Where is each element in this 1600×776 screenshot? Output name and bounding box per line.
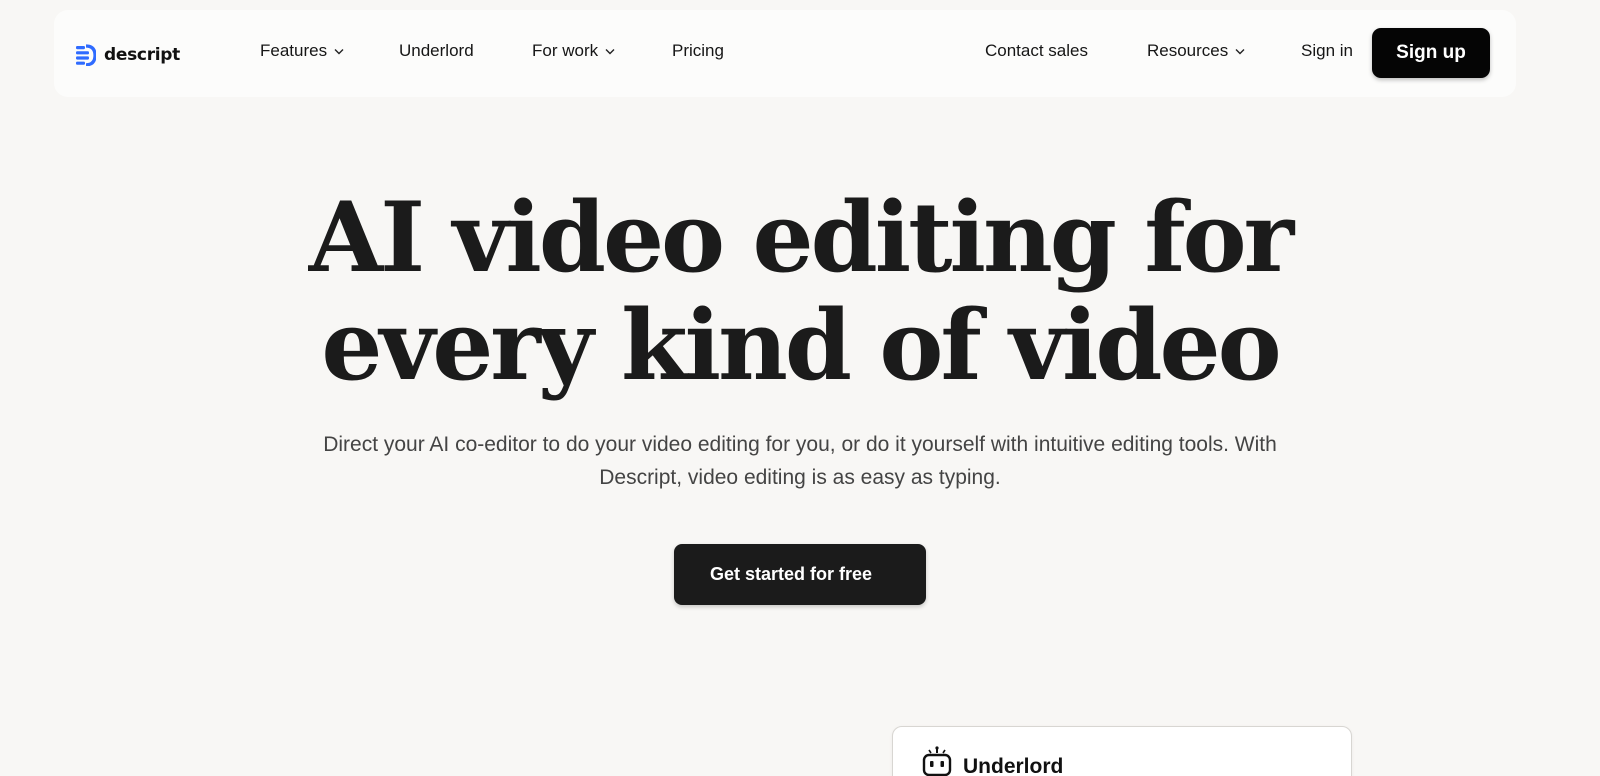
get-started-button[interactable]: Get started for free xyxy=(674,544,926,605)
nav-for-work-label: For work xyxy=(532,41,599,60)
chevron-down-icon xyxy=(1235,49,1245,55)
nav-features-label: Features xyxy=(260,41,328,60)
chevron-down-icon xyxy=(605,49,615,55)
nav-pricing[interactable]: Pricing xyxy=(672,41,724,61)
nav-features[interactable]: Features xyxy=(260,41,344,61)
sign-up-button[interactable]: Sign up xyxy=(1372,28,1490,78)
underlord-preview-card: Underlord xyxy=(892,726,1352,776)
nav-sign-in[interactable]: Sign in xyxy=(1301,41,1353,61)
nav-contact-sales-label: Contact sales xyxy=(985,41,1088,60)
chevron-down-icon xyxy=(334,49,344,55)
hero-subtitle: Direct your AI co-editor to do your vide… xyxy=(323,433,1277,489)
top-navigation: descript Features Underlord For work Pri… xyxy=(54,10,1516,97)
descript-logo[interactable]: descript xyxy=(76,44,180,66)
nav-contact-sales[interactable]: Contact sales xyxy=(985,41,1088,61)
robot-icon xyxy=(922,746,952,776)
nav-underlord[interactable]: Underlord xyxy=(399,41,474,61)
descript-logo-icon xyxy=(76,44,96,66)
nav-sign-in-label: Sign in xyxy=(1301,41,1353,60)
preview-card-title: Underlord xyxy=(963,755,1064,776)
nav-resources-label: Resources xyxy=(1147,41,1229,60)
nav-underlord-label: Underlord xyxy=(399,41,474,60)
hero-title: AI video editing for every kind of video xyxy=(0,184,1600,400)
nav-pricing-label: Pricing xyxy=(672,41,724,60)
page: descript Features Underlord For work Pri… xyxy=(0,0,1600,776)
brand-name: descript xyxy=(104,45,181,65)
nav-for-work[interactable]: For work xyxy=(532,41,615,61)
hero-title-line-2: every kind of video xyxy=(321,289,1281,402)
nav-resources[interactable]: Resources xyxy=(1147,41,1245,61)
hero-title-line-1: AI video editing for xyxy=(308,181,1294,294)
